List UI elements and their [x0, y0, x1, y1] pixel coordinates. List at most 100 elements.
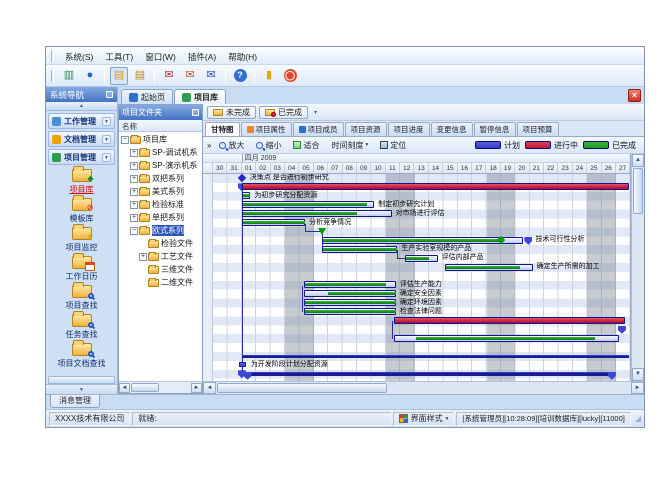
task-bar[interactable] [242, 192, 251, 199]
tool-locate-button[interactable]: 定位 [376, 138, 410, 153]
task-marker-icon[interactable] [239, 362, 246, 367]
gantt-tab-6[interactable]: 暂停信息 [474, 122, 516, 136]
sidebar-item-project-doc-search[interactable]: 项目文档查找 [46, 343, 117, 369]
menu-help[interactable]: 帮助(H) [222, 50, 263, 64]
schedule-mail-icon[interactable]: ✉ [202, 67, 220, 85]
task-bar[interactable] [304, 299, 396, 306]
tab-project-library[interactable]: 项目库 [174, 89, 226, 104]
resize-grip-icon[interactable]: ◢ [635, 414, 641, 423]
tree-node-4[interactable]: +美式系列 [119, 185, 202, 198]
toolbar-grip[interactable] [51, 70, 54, 82]
task-bar[interactable] [304, 281, 396, 288]
scroll-up-icon[interactable]: ▲ [632, 154, 644, 167]
menu-window[interactable]: 窗口(W) [139, 50, 182, 64]
tool-zoom-in-button[interactable]: 放大 [215, 138, 248, 153]
tree-expander-icon[interactable]: + [130, 175, 138, 183]
sidebar-item-work-calendar[interactable]: 工作日历 [46, 256, 117, 282]
scroll-left-icon[interactable]: ◄ [203, 382, 216, 394]
tree-scroll-right-icon[interactable]: ► [191, 383, 202, 393]
hscroll-thumb[interactable] [217, 383, 387, 393]
task-bar[interactable] [322, 237, 523, 244]
tree-node-3[interactable]: +双把系列 [119, 172, 202, 185]
tree-node-11[interactable]: 二维文件 [119, 276, 202, 289]
task-bar[interactable] [394, 317, 624, 324]
scroll-right-icon[interactable]: ► [631, 382, 644, 394]
task-bar[interactable] [322, 246, 398, 253]
tree-node-5[interactable]: +检验标准 [119, 198, 202, 211]
gantt-tab-2[interactable]: 项目成员 [293, 122, 344, 136]
gantt-tab-5[interactable]: 变更信息 [431, 122, 473, 136]
sidebar-expand-button[interactable]: ▼ [46, 384, 117, 394]
menubar-grip[interactable] [51, 50, 54, 62]
screen-icon[interactable]: ▥ [60, 67, 78, 85]
sidebar-collapse-button[interactable]: ▲ [46, 102, 117, 111]
collapsed-section-header[interactable] [48, 376, 115, 384]
scroll-down-icon[interactable]: ▼ [632, 368, 644, 381]
task-bar[interactable] [304, 290, 396, 297]
tool-time-scale-button[interactable]: 时间刻度▾ [327, 138, 372, 153]
task-mail-icon[interactable]: ✉ [181, 67, 199, 85]
open-folder-icon[interactable]: ▤ [110, 67, 128, 85]
sidebar-item-task-search[interactable]: 任务查找 [46, 314, 117, 340]
tree-node-8[interactable]: 检验文件 [119, 237, 202, 250]
tree-node-0[interactable]: −项目库 [119, 133, 202, 146]
sidebar-section-document-management[interactable]: 文档管理▼ [48, 131, 115, 147]
menu-tools[interactable]: 工具(T) [99, 50, 139, 64]
sidebar-item-template-library[interactable]: ⊘模板库 [46, 198, 117, 224]
sidebar-item-project-search[interactable]: 项目查找 [46, 285, 117, 311]
tool-zoom-out-button[interactable]: 缩小 [252, 138, 285, 153]
power-icon[interactable]: ◯ [281, 67, 299, 85]
interface-style-button[interactable]: 界面样式 ▾ [393, 412, 455, 426]
menu-system[interactable]: 系统(S) [59, 50, 99, 64]
tree-scroll-left-icon[interactable]: ◄ [119, 383, 130, 393]
tree-scroll-thumb[interactable] [131, 383, 159, 392]
sidebar-item-project-monitor[interactable]: ★项目监控 [46, 227, 117, 253]
tool-fit-button[interactable]: 适合 [289, 138, 323, 153]
lock-icon[interactable]: ▮ [260, 67, 278, 85]
task-bar[interactable] [445, 264, 533, 271]
globe-icon[interactable]: ● [81, 67, 99, 85]
task-bar[interactable] [242, 201, 374, 208]
gantt-tab-7[interactable]: 项目预算 [517, 122, 559, 136]
tree-node-9[interactable]: +工艺文件 [119, 250, 202, 263]
gantt-tab-4[interactable]: 项目进度 [388, 122, 430, 136]
tree-node-7[interactable]: −欧式系列 [119, 224, 202, 237]
tree-node-10[interactable]: 三维文件 [119, 263, 202, 276]
task-bar[interactable] [242, 183, 629, 190]
tree-expander-icon[interactable]: − [130, 227, 138, 235]
vscroll-thumb[interactable] [633, 168, 643, 214]
tree-expander-icon[interactable]: + [139, 253, 147, 261]
message-management-tab[interactable]: 消息管理 [50, 395, 100, 408]
sidebar-item-project-library[interactable]: ◆项目库 [46, 169, 117, 195]
tree-expander-icon[interactable]: + [130, 214, 138, 222]
task-bar[interactable] [242, 219, 305, 226]
folder-switch-icon[interactable]: ▤ [131, 67, 149, 85]
tree-expander-icon[interactable]: − [121, 136, 129, 144]
tree-expander-icon[interactable]: + [130, 188, 138, 196]
gantt-tab-0[interactable]: 甘特图 [205, 122, 240, 136]
tree-pin-icon[interactable] [192, 109, 199, 116]
tree-node-6[interactable]: +单把系列 [119, 211, 202, 224]
tree-node-2[interactable]: +SP-演示机系 [119, 159, 202, 172]
filter-overflow-button[interactable]: ▾ [311, 109, 320, 116]
gantt-tab-1[interactable]: 项目属性 [241, 122, 292, 136]
sidebar-section-work-management[interactable]: 工作管理▼ [48, 113, 115, 129]
menu-plugins[interactable]: 插件(A) [182, 50, 222, 64]
sidebar-section-project-management[interactable]: 项目管理▼ [48, 149, 115, 165]
report-mail-icon[interactable]: ✉ [160, 67, 178, 85]
chevron-down-icon[interactable]: ▼ [102, 117, 111, 126]
toolbar-overflow-icon[interactable]: » [207, 141, 211, 150]
pin-icon[interactable] [106, 91, 113, 98]
chevron-down-icon[interactable]: ▼ [102, 153, 111, 162]
task-bar[interactable] [242, 210, 392, 217]
task-bar[interactable] [304, 308, 396, 315]
tree-node-1[interactable]: +SP-调试机系 [119, 146, 202, 159]
help-icon[interactable]: ? [231, 67, 249, 85]
gantt-tab-3[interactable]: 项目资源 [345, 122, 387, 136]
close-icon[interactable]: × [628, 89, 641, 102]
tab-start-page[interactable]: 起始页 [121, 89, 173, 104]
summary-bar[interactable] [242, 355, 629, 359]
task-bar[interactable] [405, 255, 438, 262]
chevron-down-icon[interactable]: ▼ [102, 135, 111, 144]
tree-expander-icon[interactable]: + [130, 162, 138, 170]
